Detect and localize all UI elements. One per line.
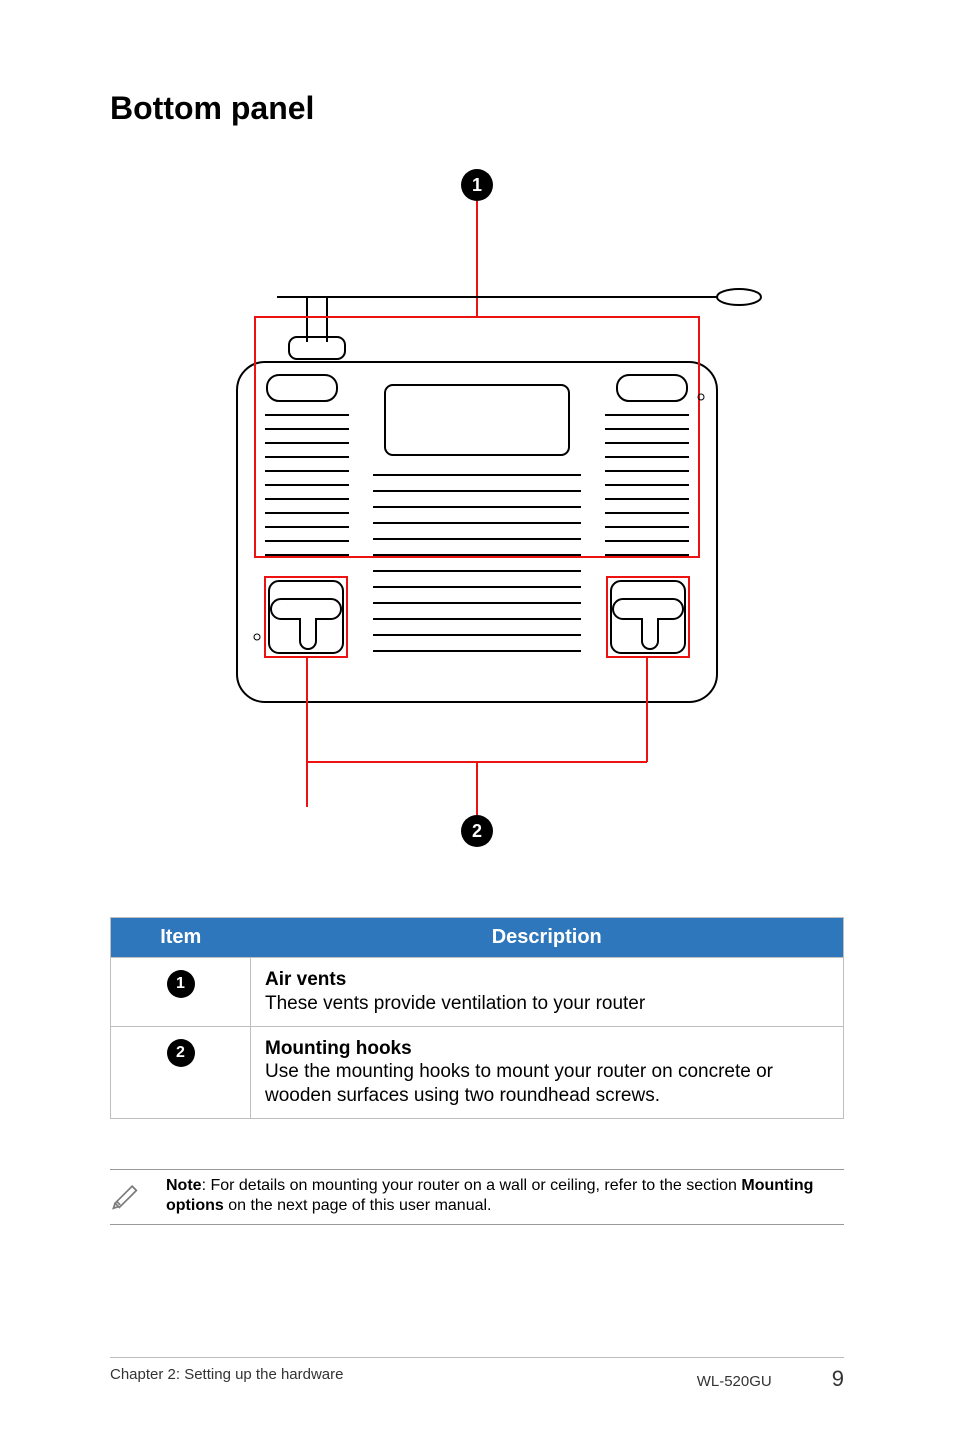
note-post: on the next page of this user manual. (224, 1197, 492, 1214)
row-badge-2: 2 (167, 1039, 195, 1067)
row-badge-1: 1 (167, 970, 195, 998)
table-header-description: Description (251, 918, 844, 958)
page: Bottom panel 1 (0, 0, 954, 1438)
row-title: Air vents (265, 968, 829, 992)
table-header-item: Item (111, 918, 251, 958)
callout-badge-2: 2 (472, 821, 482, 841)
footer-page-number: 9 (832, 1366, 844, 1392)
section-title: Bottom panel (110, 90, 844, 127)
router-bottom-diagram: 1 (157, 167, 797, 887)
pencil-note-icon (110, 1176, 144, 1210)
page-footer: Chapter 2: Setting up the hardware WL-52… (110, 1357, 844, 1392)
row-body: Use the mounting hooks to mount your rou… (265, 1060, 829, 1108)
footer-model: WL-520GU (697, 1373, 772, 1390)
callout-badge-1: 1 (472, 175, 482, 195)
description-table: Item Description 1 Air vents These vents… (110, 917, 844, 1119)
row-title: Mounting hooks (265, 1037, 829, 1061)
footer-chapter: Chapter 2: Setting up the hardware (110, 1366, 343, 1392)
row-body: These vents provide ventilation to your … (265, 992, 829, 1016)
note-label: Note (166, 1177, 202, 1194)
diagram-container: 1 (110, 167, 844, 887)
note-pre: : For details on mounting your router on… (202, 1177, 742, 1194)
note-block: Note: For details on mounting your route… (110, 1169, 844, 1225)
table-row: 2 Mounting hooks Use the mounting hooks … (111, 1026, 844, 1118)
table-row: 1 Air vents These vents provide ventilat… (111, 958, 844, 1027)
note-text: Note: For details on mounting your route… (166, 1176, 844, 1216)
